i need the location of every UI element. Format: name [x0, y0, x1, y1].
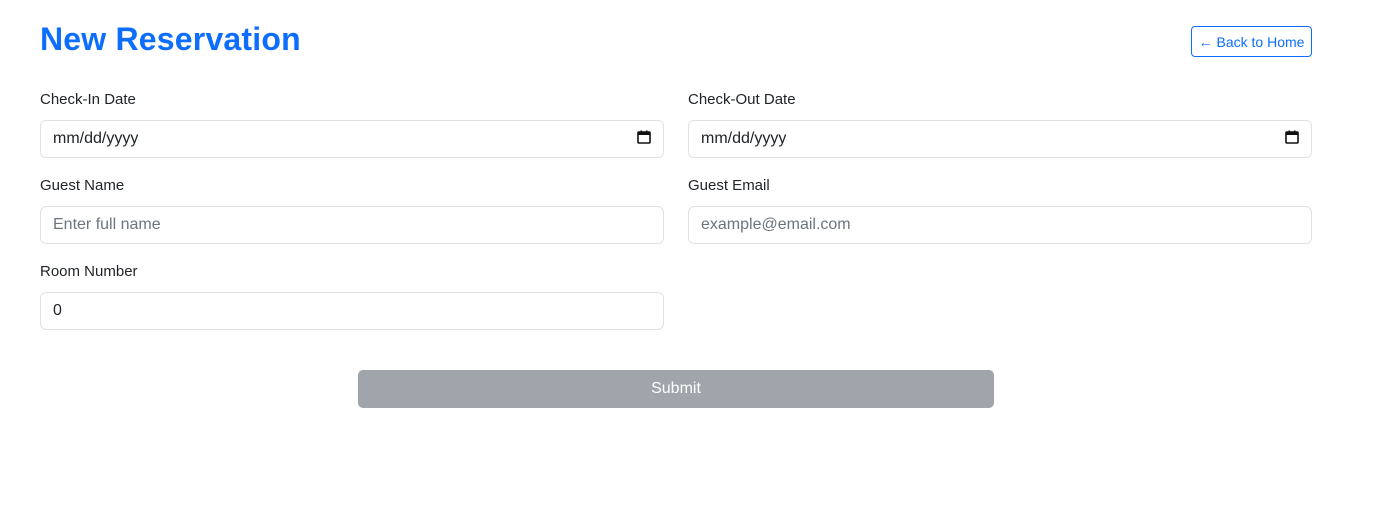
check-out-date-input[interactable]: mm/dd/yyyy: [688, 120, 1312, 158]
guest-name-input[interactable]: Enter full name: [40, 206, 664, 244]
back-to-home-label: Back to Home: [1216, 33, 1305, 50]
arrow-left-icon: ←: [1198, 33, 1213, 50]
calendar-icon[interactable]: [637, 130, 651, 149]
check-in-date-value: mm/dd/yyyy: [53, 130, 139, 147]
back-to-home-button[interactable]: ← Back to Home: [1191, 26, 1312, 57]
room-number-value: 0: [53, 302, 62, 319]
guest-email-placeholder: example@email.com: [701, 216, 851, 233]
guest-name-label: Guest Name: [40, 177, 125, 194]
calendar-icon[interactable]: [1285, 130, 1299, 149]
page-title: New Reservation: [40, 21, 301, 57]
room-number-label: Room Number: [40, 263, 138, 280]
guest-email-input[interactable]: example@email.com: [688, 206, 1312, 244]
reservation-page: New Reservation ← Back to Home Check-In …: [0, 0, 1386, 507]
room-number-input[interactable]: 0: [40, 292, 664, 330]
check-out-label: Check-Out Date: [688, 91, 796, 108]
guest-name-placeholder: Enter full name: [53, 216, 161, 233]
check-in-date-input[interactable]: mm/dd/yyyy: [40, 120, 664, 158]
guest-email-label: Guest Email: [688, 177, 770, 194]
check-out-date-value: mm/dd/yyyy: [701, 130, 787, 147]
check-in-label: Check-In Date: [40, 91, 136, 108]
submit-button[interactable]: Submit: [358, 370, 994, 408]
